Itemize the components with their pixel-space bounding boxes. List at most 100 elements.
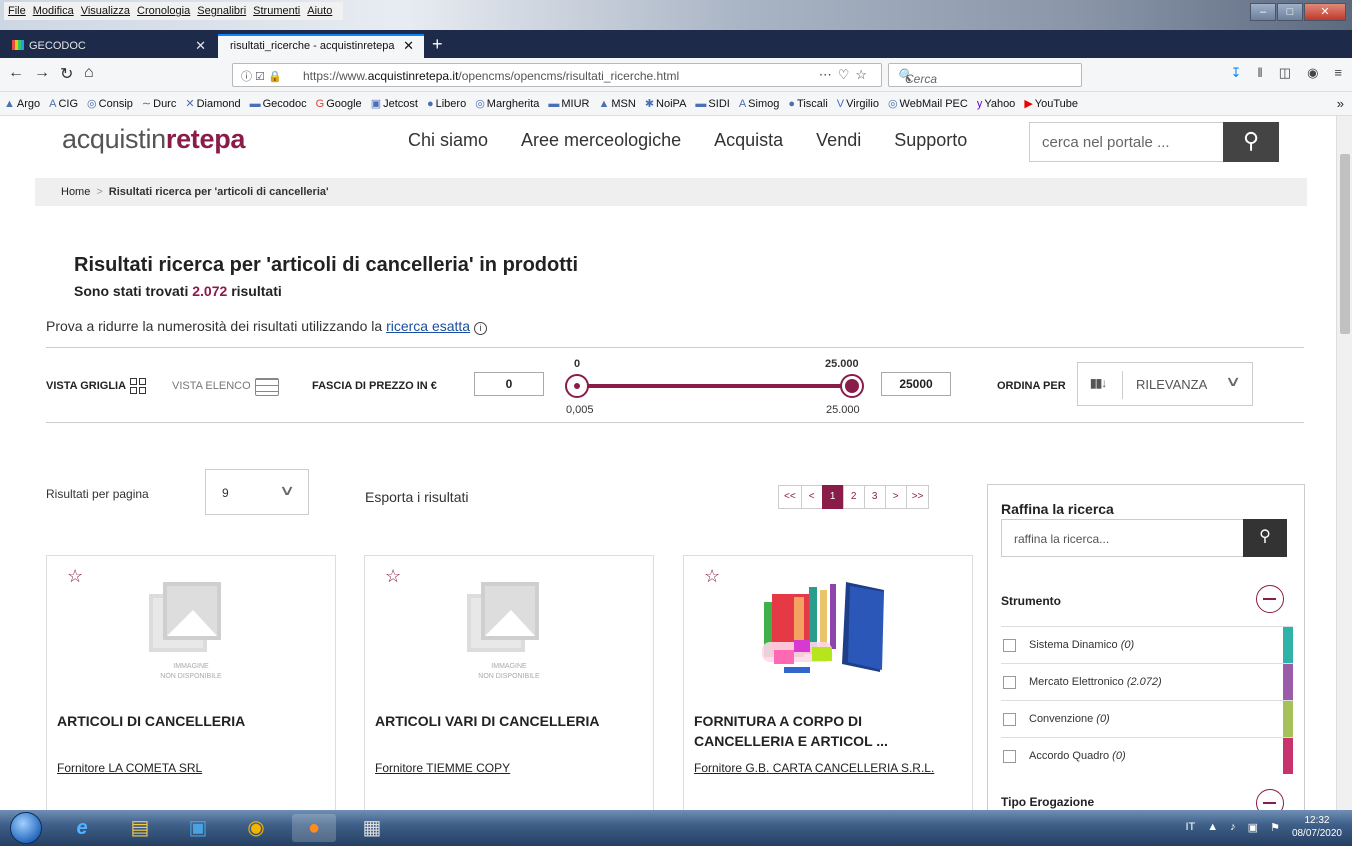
more-bookmarks-icon[interactable]: » xyxy=(1337,96,1344,111)
portal-search-input[interactable]: cerca nel portale ... ⚲ xyxy=(1029,122,1279,162)
menu-file[interactable]: File xyxy=(8,2,26,20)
nav-vendi[interactable]: Vendi xyxy=(816,130,861,151)
last-page-button[interactable]: >> xyxy=(905,485,930,509)
price-slider-min-handle[interactable] xyxy=(565,374,589,398)
site-logo[interactable]: acquistinretepa xyxy=(62,124,245,155)
nav-aree-merceologiche[interactable]: Aree merceologiche xyxy=(521,130,681,151)
reload-icon[interactable]: ↻ xyxy=(60,64,73,84)
close-tab-icon[interactable]: ✕ xyxy=(195,34,206,58)
network-icon[interactable]: ▣ xyxy=(1248,821,1258,834)
page-scrollbar[interactable] xyxy=(1336,116,1352,810)
prev-page-button[interactable]: < xyxy=(800,485,823,509)
sort-select[interactable]: ▮▮↓ RILEVANZA ∨ xyxy=(1077,362,1253,406)
action-center-flag-icon[interactable]: ⚑ xyxy=(1270,821,1280,834)
bookmark-webmail-pec[interactable]: ◎ WebMail PEC xyxy=(888,97,968,110)
bookmark-google[interactable]: G Google xyxy=(316,98,362,110)
bookmark-noipa[interactable]: ✱ NoiPA xyxy=(645,97,687,110)
page-3-button[interactable]: 3 xyxy=(863,485,886,509)
view-list-label[interactable]: VISTA ELENCO xyxy=(172,380,251,392)
facet-option-accordo-quadro[interactable]: Accordo Quadro (0) xyxy=(1001,737,1293,774)
bookmark-virgilio[interactable]: V Virgilio xyxy=(837,98,879,110)
back-icon[interactable]: ← xyxy=(8,64,24,82)
vendor-link[interactable]: Fornitore G.B. CARTA CANCELLERIA S.R.L. xyxy=(694,761,934,775)
nav-supporto[interactable]: Supporto xyxy=(894,130,967,151)
breadcrumb-home[interactable]: Home xyxy=(61,186,90,198)
exact-search-link[interactable]: ricerca esatta xyxy=(386,318,470,334)
library-icon[interactable]: ‖ xyxy=(1257,65,1262,81)
bookmark-tiscali[interactable]: ● Tiscali xyxy=(788,98,827,110)
view-grid-label[interactable]: VISTA GRIGLIA xyxy=(46,380,126,392)
bookmark-simog[interactable]: A Simog xyxy=(739,98,780,110)
per-page-select[interactable]: 9 ∨ xyxy=(205,469,309,515)
show-hidden-icons-icon[interactable]: ▲ xyxy=(1207,821,1218,833)
nav-chi-siamo[interactable]: Chi siamo xyxy=(408,130,488,151)
page-actions-icon[interactable]: ⋯♡☆ xyxy=(819,67,873,83)
price-max-input[interactable]: 25000 xyxy=(881,372,951,396)
menu-cronologia[interactable]: Cronologia xyxy=(137,2,190,20)
language-indicator[interactable]: IT xyxy=(1185,821,1195,833)
product-card[interactable]: ☆ IMMAGINE NON DISPONIBILE ARTICOLI VARI … xyxy=(364,555,654,810)
bookmark-argo[interactable]: ▲ Argo xyxy=(4,98,40,110)
facet-strumento-title[interactable]: Strumento xyxy=(1001,594,1061,608)
favorite-star-icon[interactable]: ☆ xyxy=(704,566,720,587)
sidebar-icon[interactable]: ◫ xyxy=(1279,65,1291,81)
menu-icon[interactable]: ≡ xyxy=(1334,65,1342,81)
collapse-icon[interactable] xyxy=(1256,789,1284,810)
nav-acquista[interactable]: Acquista xyxy=(714,130,783,151)
bookmark-consip[interactable]: ◎ Consip xyxy=(87,97,133,110)
favorite-star-icon[interactable]: ☆ xyxy=(385,566,401,587)
account-icon[interactable]: ◉ xyxy=(1307,65,1318,81)
menu-visualizza[interactable]: Visualizza xyxy=(81,2,130,20)
page-1-button[interactable]: 1 xyxy=(821,485,844,509)
menu-aiuto[interactable]: Aiuto xyxy=(307,2,332,20)
bookmark-msn[interactable]: ▲ MSN xyxy=(598,98,635,110)
bookmark-libero[interactable]: ● Libero xyxy=(427,98,466,110)
close-tab-icon[interactable]: ✕ xyxy=(403,36,414,56)
page-2-button[interactable]: 2 xyxy=(842,485,865,509)
product-card[interactable]: ☆ FORNITURA A CORPO DI CANCELLERIA E ART… xyxy=(683,555,973,810)
product-title[interactable]: ARTICOLI DI CANCELLERIA xyxy=(57,711,327,731)
facet-option-convenzione[interactable]: Convenzione (0) xyxy=(1001,700,1293,737)
chrome-icon[interactable]: ◉ xyxy=(234,814,278,842)
new-tab-button[interactable]: + xyxy=(432,30,443,58)
price-slider-track[interactable] xyxy=(578,384,852,388)
scrollbar-thumb[interactable] xyxy=(1340,154,1350,334)
price-slider-max-handle[interactable] xyxy=(840,374,864,398)
forward-icon[interactable]: → xyxy=(34,64,50,82)
info-icon[interactable]: i xyxy=(474,322,488,335)
firefox-icon[interactable]: ● xyxy=(292,814,336,842)
address-bar[interactable]: ⓘ ☑ 🔒 https://www.acquistinretepa.it/ope… xyxy=(232,63,882,87)
grid-view-icon[interactable] xyxy=(130,378,146,394)
facet-option-sistema-dinamico[interactable]: Sistema Dinamico (0) xyxy=(1001,626,1293,663)
price-min-input[interactable]: 0 xyxy=(474,372,544,396)
close-window-button[interactable]: ✕ xyxy=(1304,3,1346,21)
vendor-link[interactable]: Fornitore TIEMME COPY xyxy=(375,761,510,775)
search-icon[interactable]: ⚲ xyxy=(1243,519,1287,557)
browser-search-input[interactable]: 🔍 Cerca xyxy=(888,63,1082,87)
maximize-button[interactable]: □ xyxy=(1277,3,1303,21)
bookmark-margherita[interactable]: ◎ Margherita xyxy=(475,97,539,110)
bookmark-jetcost[interactable]: ▣ Jetcost xyxy=(371,97,418,110)
file-explorer-icon[interactable]: ▤ xyxy=(118,814,162,842)
clock[interactable]: 12:32 08/07/2020 xyxy=(1292,814,1342,840)
volume-icon[interactable]: ♪ xyxy=(1230,821,1236,833)
export-results-link[interactable]: Esporta i risultati xyxy=(365,489,468,505)
first-page-button[interactable]: << xyxy=(778,485,802,509)
bookmark-gecodoc[interactable]: ▬ Gecodoc xyxy=(250,98,307,110)
bookmark-miur[interactable]: ▬ MIUR xyxy=(548,98,589,110)
vendor-link[interactable]: Fornitore LA COMETA SRL xyxy=(57,761,202,775)
favorite-star-icon[interactable]: ☆ xyxy=(67,566,83,587)
minimize-button[interactable]: – xyxy=(1250,3,1276,21)
bookmark-cig[interactable]: A CIG xyxy=(49,98,78,110)
product-title[interactable]: FORNITURA A CORPO DI CANCELLERIA E ARTIC… xyxy=(694,711,964,751)
document-app-icon[interactable]: ▦ xyxy=(350,814,394,842)
menu-strumenti[interactable]: Strumenti xyxy=(253,2,300,20)
internet-explorer-icon[interactable]: e xyxy=(60,814,104,842)
bookmark-diamond[interactable]: ✕ Diamond xyxy=(185,97,240,110)
outlook-icon[interactable]: ▣ xyxy=(176,814,220,842)
tab-gecodoc[interactable]: GECODOC ✕ xyxy=(0,34,216,58)
download-icon[interactable]: ↧ xyxy=(1230,65,1241,81)
home-icon[interactable]: ⌂ xyxy=(84,64,94,82)
facet-tipo-erogazione-title[interactable]: Tipo Erogazione xyxy=(1001,795,1094,809)
next-page-button[interactable]: > xyxy=(884,485,907,509)
